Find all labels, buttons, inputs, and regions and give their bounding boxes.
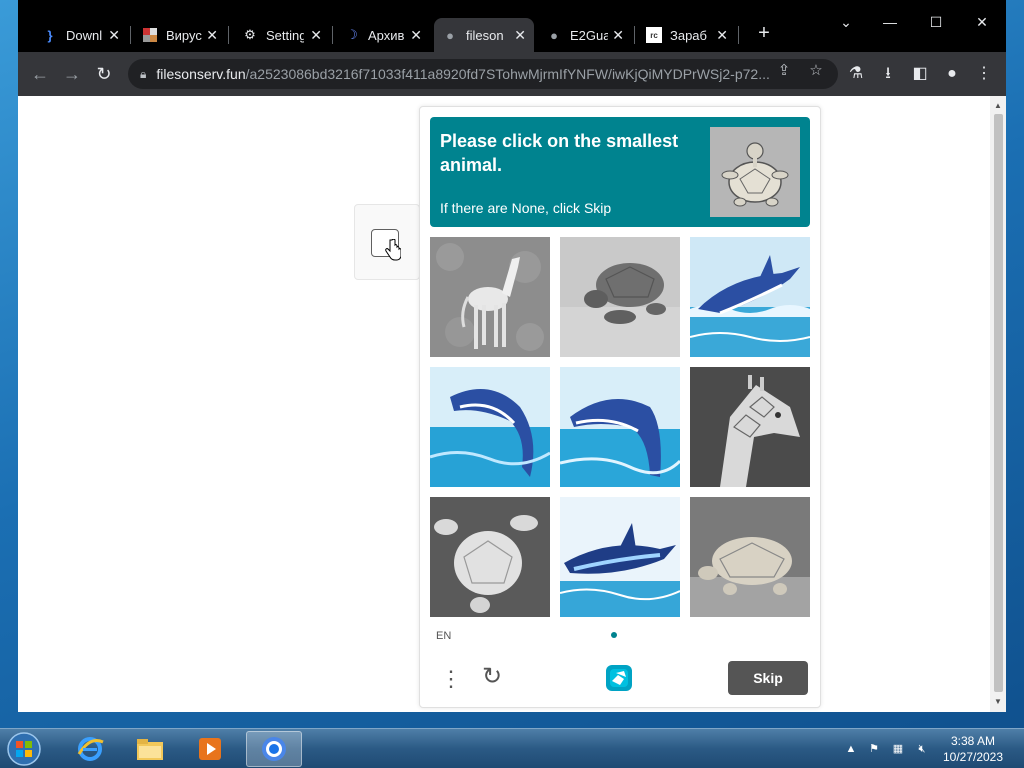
image-tile-turtle[interactable]: [690, 497, 810, 617]
clock-time: 3:38 AM: [950, 734, 996, 748]
address-path: /a2523086bd3216f71033f411a8920fd7STohwMj…: [245, 66, 770, 82]
volume-muted-icon[interactable]: 🔇︎: [914, 741, 930, 757]
browser-window: } Downl ✕ Вирус ✕ ⚙ Setting ✕ ☽ Архив ✕ …: [18, 0, 1006, 712]
globe-icon: ●: [550, 27, 558, 43]
minimize-button[interactable]: —: [880, 14, 900, 30]
chrome-icon[interactable]: [246, 731, 302, 767]
scroll-up-arrow-icon[interactable]: ▲: [990, 98, 1006, 114]
close-icon[interactable]: ✕: [514, 27, 526, 44]
image-grid: [430, 237, 810, 617]
image-tile-dolphin[interactable]: [430, 367, 550, 487]
tab-title: Вирус: [166, 27, 202, 43]
share-icon[interactable]: ⇪: [772, 59, 796, 83]
captcha-challenge: Please click on the smallest animal. If …: [419, 106, 821, 708]
globe-icon: ●: [446, 27, 454, 43]
reload-button[interactable]: ↻: [92, 62, 116, 86]
media-player-icon[interactable]: [182, 731, 238, 767]
tab-title: fileson: [466, 27, 504, 43]
close-icon[interactable]: ✕: [716, 27, 728, 44]
brace-icon: }: [47, 27, 53, 43]
download-icon[interactable]: ⭳: [876, 62, 900, 86]
language-selector[interactable]: EN: [436, 630, 451, 642]
tab-earn[interactable]: rc Зараб ✕: [638, 18, 736, 52]
hcaptcha-logo-icon: [602, 661, 636, 695]
tab-title: E2Gua: [570, 27, 608, 43]
tab-filesonserv[interactable]: ● fileson ✕: [434, 18, 534, 52]
skip-button[interactable]: Skip: [728, 661, 808, 695]
tab-archive[interactable]: ☽ Архив ✕: [336, 18, 430, 52]
menu-kebab-icon[interactable]: ⋮: [972, 62, 996, 86]
image-tile-turtle[interactable]: [560, 237, 680, 357]
network-icon[interactable]: ▦: [890, 741, 906, 757]
close-icon[interactable]: ✕: [612, 27, 624, 44]
address-host: filesonserv.fun: [156, 66, 246, 82]
image-tile-dolphin[interactable]: [690, 237, 810, 357]
crescent-icon: ☽: [346, 27, 358, 42]
browser-toolbar: ← → ↻ 🔒︎ filesonserv.fun /a2523086bd3216…: [18, 52, 1006, 96]
tab-separator: [130, 26, 131, 44]
tab-separator: [738, 26, 739, 44]
bookmark-star-icon[interactable]: ☆: [804, 59, 828, 83]
refresh-icon[interactable]: ↻: [478, 663, 506, 691]
system-clock[interactable]: 3:38 AM 10/27/2023: [938, 733, 1008, 765]
tab-title: Setting: [266, 27, 304, 43]
tab-title: Downl: [66, 27, 103, 43]
taskbar: ▲ ⚑ ▦ 🔇︎ 3:38 AM 10/27/2023: [0, 728, 1024, 768]
tray-expand-icon[interactable]: ▲: [843, 741, 859, 757]
file-explorer-icon[interactable]: [122, 731, 178, 767]
image-tile-horse[interactable]: [430, 237, 550, 357]
tab-downloads[interactable]: } Downl ✕: [34, 18, 128, 52]
forward-button[interactable]: →: [60, 62, 84, 86]
tab-separator: [228, 26, 229, 44]
rc-icon: rc: [646, 27, 662, 43]
side-panel-icon[interactable]: ◧: [908, 62, 932, 86]
tab-title: Зараб: [670, 27, 707, 43]
tab-strip: } Downl ✕ Вирус ✕ ⚙ Setting ✕ ☽ Архив ✕ …: [18, 0, 1006, 52]
clock-date: 10/27/2023: [942, 750, 1004, 764]
menu-kebab-icon[interactable]: ⋮: [440, 665, 462, 693]
tab-settings[interactable]: ⚙ Setting ✕: [234, 18, 330, 52]
captcha-checkbox-anchor: [354, 204, 420, 280]
tab-separator: [634, 26, 635, 44]
tab-e2guardian[interactable]: ● E2Gua ✕: [538, 18, 632, 52]
close-icon[interactable]: ✕: [108, 27, 120, 44]
internet-explorer-icon[interactable]: [62, 731, 118, 767]
close-window-button[interactable]: ✕: [972, 14, 992, 31]
close-icon[interactable]: ✕: [206, 27, 218, 44]
back-button[interactable]: ←: [28, 62, 52, 86]
example-image: [710, 127, 800, 217]
action-center-flag-icon[interactable]: ⚑: [866, 741, 882, 757]
maximize-button[interactable]: ☐: [926, 14, 946, 31]
page-indicator-dot: [611, 632, 617, 638]
image-tile-whale[interactable]: [560, 367, 680, 487]
prompt-header: Please click on the smallest animal. If …: [430, 117, 810, 227]
image-tile-turtle[interactable]: [430, 497, 550, 617]
close-icon[interactable]: ✕: [410, 27, 422, 44]
start-button[interactable]: [4, 730, 44, 768]
scroll-down-arrow-icon[interactable]: ▼: [990, 694, 1006, 710]
image-icon: [142, 27, 158, 43]
new-tab-button[interactable]: +: [751, 22, 777, 45]
tab-virus[interactable]: Вирус ✕: [134, 18, 226, 52]
tab-title: Архив: [368, 27, 405, 43]
profile-avatar-icon[interactable]: ●: [940, 62, 964, 86]
tab-search-icon[interactable]: ⌄: [836, 14, 856, 31]
image-tile-dolphin[interactable]: [560, 497, 680, 617]
prompt-subtext: If there are None, click Skip: [440, 200, 612, 216]
lock-icon: 🔒︎: [140, 66, 147, 81]
address-bar[interactable]: 🔒︎ filesonserv.fun /a2523086bd3216f71033…: [128, 59, 838, 89]
vertical-scrollbar[interactable]: ▲ ▼: [990, 96, 1006, 712]
tab-separator: [332, 26, 333, 44]
page-viewport: Please click on the smallest animal. If …: [18, 96, 1006, 712]
image-tile-giraffe[interactable]: [690, 367, 810, 487]
hand-cursor-icon: [385, 238, 402, 267]
close-icon[interactable]: ✕: [310, 27, 322, 44]
labs-flask-icon[interactable]: ⚗: [844, 62, 868, 86]
scroll-thumb[interactable]: [994, 114, 1003, 692]
prompt-text: Please click on the smallest animal.: [440, 131, 679, 175]
gear-icon: ⚙: [244, 27, 256, 42]
